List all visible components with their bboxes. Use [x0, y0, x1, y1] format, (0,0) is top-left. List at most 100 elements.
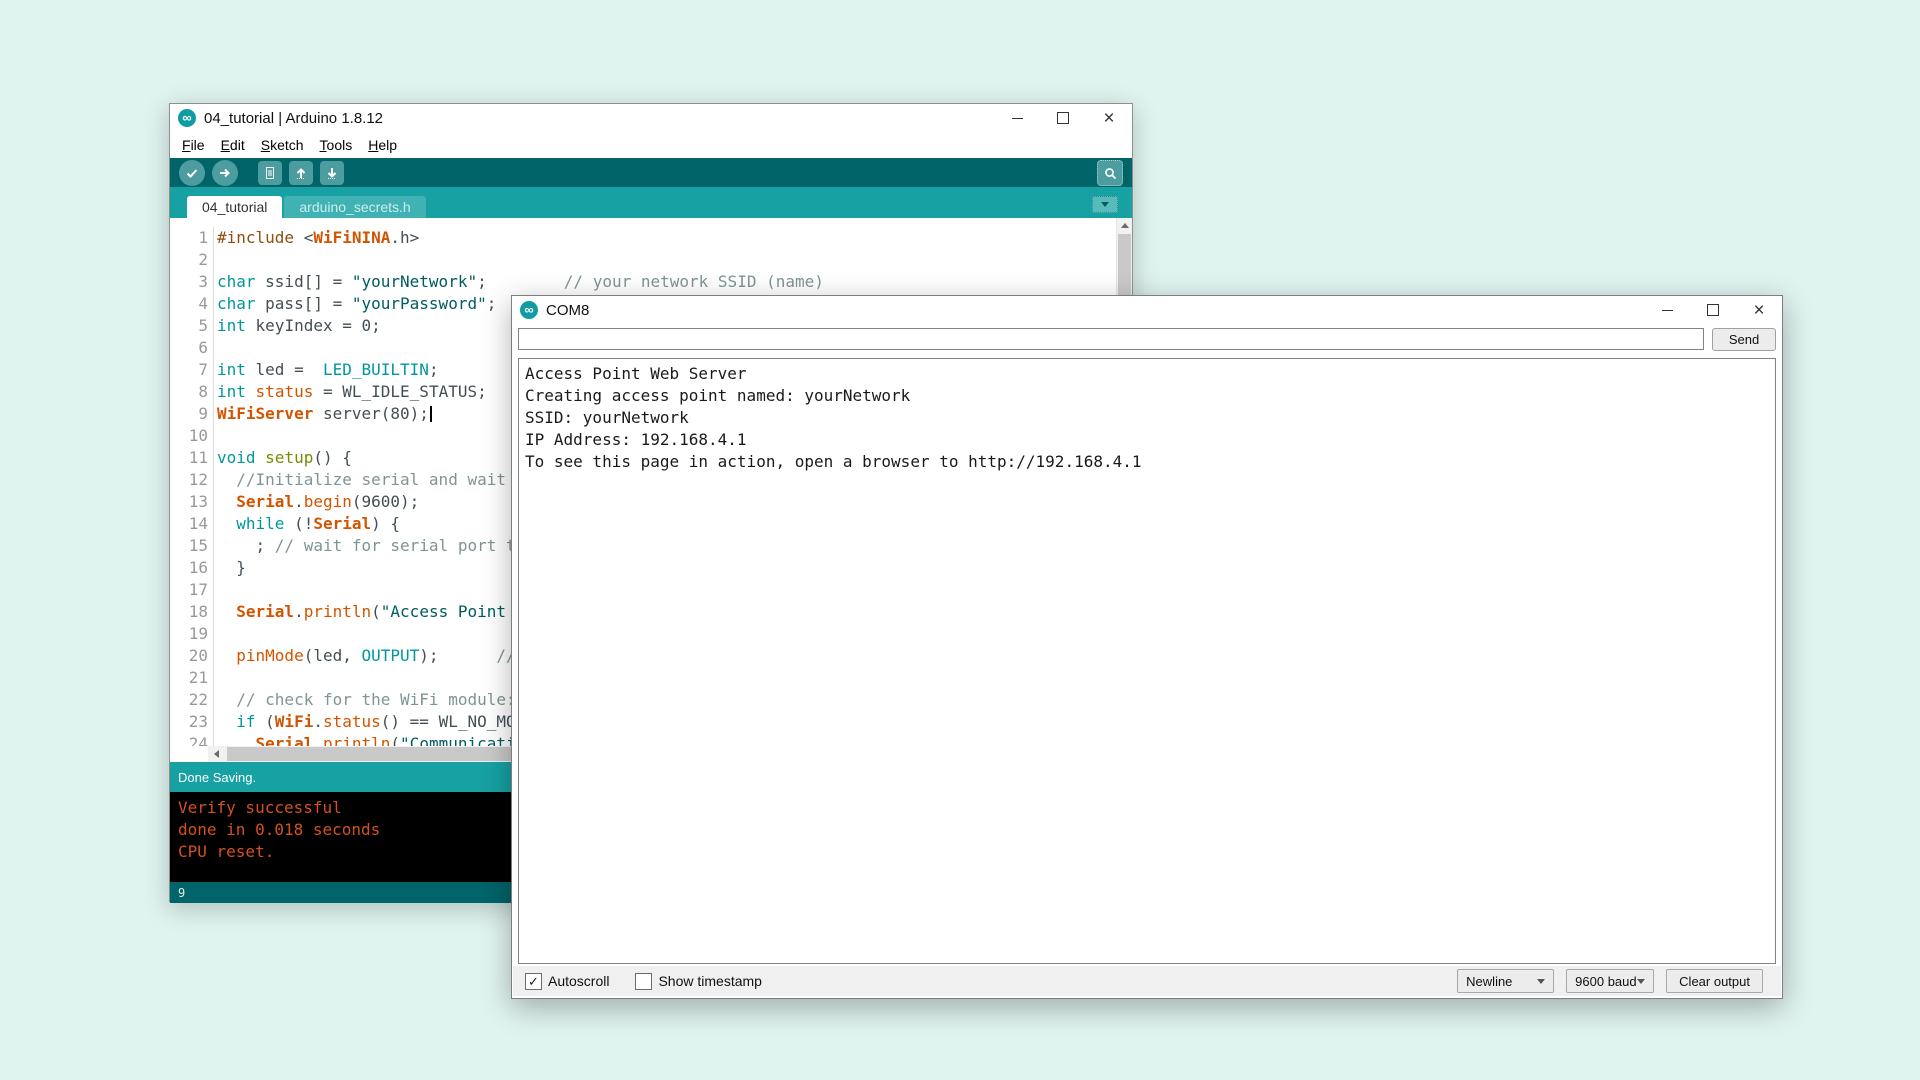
- save-button[interactable]: [320, 161, 344, 185]
- line-content: [214, 623, 217, 645]
- line-content: [214, 667, 217, 689]
- line-number: 12: [170, 469, 214, 491]
- verify-icon: [185, 166, 199, 180]
- code-line: 1#include <WiFiNINA.h>: [170, 227, 1132, 249]
- minimize-icon: [1662, 310, 1673, 311]
- chevron-down-icon: [1537, 979, 1545, 984]
- check-icon: ✓: [528, 975, 539, 988]
- arduino-titlebar[interactable]: ∞ 04_tutorial | Arduino 1.8.12 ×: [170, 104, 1132, 132]
- serial-output[interactable]: Access Point Web ServerCreating access p…: [518, 358, 1776, 964]
- line-number: 21: [170, 667, 214, 689]
- line-content: char ssid[] = "yourNetwork"; // your net…: [214, 271, 824, 293]
- line-content: int led = LED_BUILTIN;: [214, 359, 439, 381]
- menu-tools[interactable]: Tools: [312, 134, 361, 156]
- open-button[interactable]: [289, 161, 313, 185]
- line-content: WiFiServer server(80);: [214, 403, 432, 425]
- baud-rate-select[interactable]: 9600 baud: [1566, 969, 1654, 993]
- menu-help[interactable]: Help: [360, 134, 405, 156]
- tab-arduino-secrets-h[interactable]: arduino_secrets.h: [284, 196, 425, 218]
- menu-file[interactable]: File: [174, 134, 213, 156]
- serial-output-line: Access Point Web Server: [525, 363, 1769, 385]
- line-number: 19: [170, 623, 214, 645]
- desktop: ∞ 04_tutorial | Arduino 1.8.12 × FileEdi…: [0, 0, 1920, 1080]
- maximize-button[interactable]: [1690, 296, 1736, 324]
- line-content: [214, 425, 217, 447]
- open-icon: [294, 166, 308, 180]
- window-controls: ×: [994, 104, 1132, 132]
- chevron-up-icon: [1121, 223, 1129, 228]
- line-content: [214, 337, 217, 359]
- line-number: 1: [170, 227, 214, 249]
- line-number: 10: [170, 425, 214, 447]
- tab-list-button[interactable]: [1092, 196, 1118, 213]
- status-text: Done Saving.: [170, 770, 256, 785]
- minimize-button[interactable]: [994, 104, 1040, 132]
- line-number: 3: [170, 271, 214, 293]
- serial-input[interactable]: [518, 328, 1704, 350]
- arduino-window-title: 04_tutorial | Arduino 1.8.12: [204, 110, 383, 127]
- line-number: 5: [170, 315, 214, 337]
- line-number: 18: [170, 601, 214, 623]
- save-icon: [325, 166, 339, 180]
- line-number: 16: [170, 557, 214, 579]
- menu-sketch[interactable]: Sketch: [253, 134, 312, 156]
- chevron-down-icon: [1101, 202, 1109, 207]
- serial-window-title: COM8: [546, 302, 589, 319]
- clear-output-button[interactable]: Clear output: [1666, 969, 1763, 993]
- serial-monitor-button[interactable]: [1097, 160, 1123, 186]
- minimize-icon: [1012, 118, 1023, 119]
- show-timestamp-checkbox[interactable]: [635, 973, 652, 990]
- autoscroll-label: Autoscroll: [548, 973, 609, 989]
- line-number: 9: [170, 403, 214, 425]
- line-number: 22: [170, 689, 214, 711]
- line-content: while (!Serial) {: [214, 513, 400, 535]
- menu-edit[interactable]: Edit: [213, 134, 253, 156]
- arduino-logo-icon: ∞: [520, 301, 538, 319]
- maximize-icon: [1707, 304, 1719, 316]
- close-icon: ×: [1753, 301, 1764, 320]
- new-sketch-button[interactable]: [258, 161, 282, 185]
- line-number: 23: [170, 711, 214, 733]
- serial-output-line: To see this page in action, open a brows…: [525, 451, 1769, 473]
- autoscroll-checkbox[interactable]: ✓: [525, 973, 542, 990]
- text-cursor: [430, 406, 432, 422]
- line-content: [214, 579, 217, 601]
- baud-rate-value: 9600 baud: [1575, 974, 1636, 989]
- line-number: 14: [170, 513, 214, 535]
- upload-button[interactable]: [212, 160, 238, 186]
- serial-monitor-icon: [1103, 166, 1118, 181]
- close-button[interactable]: ×: [1736, 296, 1782, 324]
- serial-output-line: SSID: yourNetwork: [525, 407, 1769, 429]
- show-timestamp-label: Show timestamp: [658, 973, 761, 989]
- send-button[interactable]: Send: [1712, 328, 1776, 351]
- cursor-line-number: 9: [170, 886, 185, 900]
- tab-strip: 04_tutorialarduino_secrets.h: [170, 187, 1132, 218]
- code-line: 2: [170, 249, 1132, 271]
- maximize-icon: [1057, 112, 1069, 124]
- line-number: 2: [170, 249, 214, 271]
- close-button[interactable]: ×: [1086, 104, 1132, 132]
- toolbar: [170, 158, 1132, 187]
- line-number: 15: [170, 535, 214, 557]
- minimize-button[interactable]: [1644, 296, 1690, 324]
- maximize-button[interactable]: [1040, 104, 1086, 132]
- verify-button[interactable]: [179, 160, 205, 186]
- serial-monitor-window: ∞ COM8 × Send Access Point Web ServerCre…: [511, 295, 1783, 999]
- tab-04-tutorial[interactable]: 04_tutorial: [187, 196, 282, 218]
- scroll-up-button[interactable]: [1117, 218, 1132, 233]
- line-number: 4: [170, 293, 214, 315]
- line-number: 24: [170, 733, 214, 746]
- line-number: 8: [170, 381, 214, 403]
- line-content: int status = WL_IDLE_STATUS;: [214, 381, 487, 403]
- line-ending-select[interactable]: Newline: [1457, 969, 1554, 993]
- line-number: 6: [170, 337, 214, 359]
- line-content: Serial.begin(9600);: [214, 491, 419, 513]
- tabs: 04_tutorialarduino_secrets.h: [187, 196, 428, 218]
- serial-titlebar[interactable]: ∞ COM8 ×: [512, 296, 1782, 324]
- line-number: 11: [170, 447, 214, 469]
- code-line: 3char ssid[] = "yourNetwork"; // your ne…: [170, 271, 1132, 293]
- line-number: 7: [170, 359, 214, 381]
- chevron-down-icon: [1637, 979, 1645, 984]
- line-number: 13: [170, 491, 214, 513]
- scroll-left-button[interactable]: [208, 746, 225, 762]
